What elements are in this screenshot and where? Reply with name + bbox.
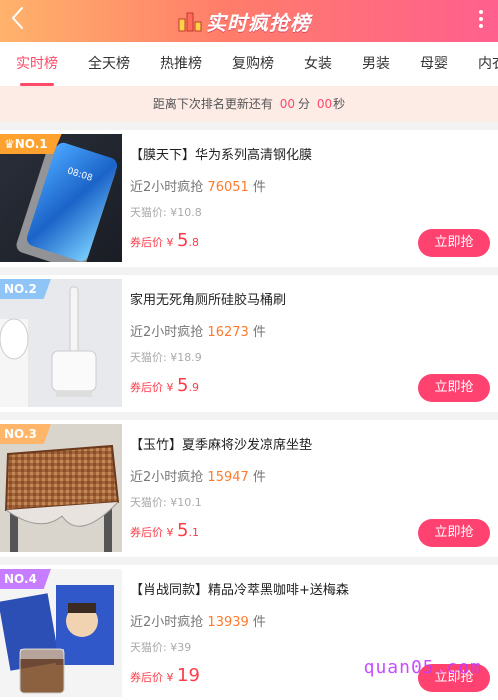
- coupon-price: 券后价 ¥ 19: [130, 665, 200, 686]
- rank-badge: NO.2: [0, 279, 51, 299]
- tab-underwear[interactable]: 内衣: [478, 42, 498, 86]
- tmall-price: 天猫价: ¥39: [130, 641, 192, 654]
- product-image[interactable]: NO.3: [0, 424, 122, 552]
- site-watermark: quan05.com: [363, 657, 482, 678]
- rank-badge: NO.4: [0, 569, 51, 589]
- coupon-price: 券后价 ¥ 5.8: [130, 230, 199, 251]
- tmall-price: 天猫价: ¥10.8: [130, 206, 202, 219]
- product-info: 【肖战同款】精品冷萃黑咖啡+送梅森 近2小时疯抢 13939 件 天猫价: ¥3…: [130, 565, 498, 700]
- list-item[interactable]: 08:08 ♛NO.1 【膜天下】华为系列高清钢化膜 近2小时疯抢 76051 …: [0, 130, 498, 267]
- countdown-prefix: 距离下次排名更新还有: [152, 97, 273, 111]
- tab-men[interactable]: 男装: [362, 42, 390, 86]
- tab-repurchase[interactable]: 复购榜: [232, 42, 274, 86]
- tab-women[interactable]: 女装: [304, 42, 332, 86]
- product-info: 【玉竹】夏季麻将沙发凉席坐垫 近2小时疯抢 15947 件 天猫价: ¥10.1…: [130, 420, 498, 557]
- product-image[interactable]: NO.2: [0, 279, 122, 407]
- list-item[interactable]: NO.4 【肖战同款】精品冷萃黑咖啡+送梅森 近2小时疯抢 13939 件 天猫…: [0, 565, 498, 700]
- list-item[interactable]: NO.2 家用无死角厕所硅胶马桶刷 近2小时疯抢 16273 件 天猫价: ¥1…: [0, 275, 498, 412]
- page-title: 实时疯抢榜: [206, 10, 311, 35]
- update-countdown: 距离下次排名更新还有 00 分 00秒: [0, 86, 498, 122]
- more-options-icon[interactable]: [478, 10, 484, 32]
- product-image[interactable]: 08:08 ♛NO.1: [0, 134, 122, 262]
- buy-now-button[interactable]: 立即抢: [418, 229, 490, 257]
- coupon-price: 券后价 ¥ 5.9: [130, 375, 199, 396]
- product-title[interactable]: 家用无死角厕所硅胶马桶刷: [130, 289, 286, 308]
- product-list: 08:08 ♛NO.1 【膜天下】华为系列高清钢化膜 近2小时疯抢 76051 …: [0, 130, 498, 700]
- back-arrow-icon[interactable]: [10, 6, 34, 34]
- page-title-group: 实时疯抢榜: [178, 6, 311, 36]
- tab-baby[interactable]: 母婴: [420, 42, 448, 86]
- tab-hot-recommend[interactable]: 热推榜: [160, 42, 202, 86]
- buy-now-button[interactable]: 立即抢: [418, 519, 490, 547]
- rank-badge: NO.3: [0, 424, 51, 444]
- tmall-price: 天猫价: ¥18.9: [130, 351, 202, 364]
- product-image[interactable]: NO.4: [0, 569, 122, 697]
- countdown-minutes-unit: 分: [297, 97, 310, 111]
- sales-count: 近2小时疯抢 76051 件: [130, 180, 266, 195]
- category-tabs: 实时榜 全天榜 热推榜 复购榜 女装 男装 母婴 内衣: [0, 42, 498, 86]
- countdown-seconds: 00: [316, 97, 333, 111]
- sales-count: 近2小时疯抢 13939 件: [130, 615, 266, 630]
- crown-icon: ♛: [4, 137, 15, 151]
- page: 实时疯抢榜 实时榜 全天榜 热推榜 复购榜 女装 男装 母婴 内衣 距离下次排名…: [0, 0, 498, 700]
- rank-badge: ♛NO.1: [0, 134, 62, 154]
- tab-all-day[interactable]: 全天榜: [88, 42, 130, 86]
- tab-realtime[interactable]: 实时榜: [16, 42, 58, 86]
- product-info: 【膜天下】华为系列高清钢化膜 近2小时疯抢 76051 件 天猫价: ¥10.8…: [130, 130, 498, 267]
- product-title[interactable]: 【玉竹】夏季麻将沙发凉席坐垫: [130, 434, 312, 453]
- countdown-minutes: 00: [279, 97, 295, 111]
- product-title[interactable]: 【肖战同款】精品冷萃黑咖啡+送梅森: [130, 579, 349, 598]
- list-item[interactable]: NO.3 【玉竹】夏季麻将沙发凉席坐垫 近2小时疯抢 15947 件 天猫价: …: [0, 420, 498, 557]
- product-title[interactable]: 【膜天下】华为系列高清钢化膜: [130, 144, 312, 163]
- tmall-price: 天猫价: ¥10.1: [130, 496, 202, 509]
- sales-count: 近2小时疯抢 15947 件: [130, 470, 266, 485]
- bar-chart-icon: [178, 12, 202, 32]
- buy-now-button[interactable]: 立即抢: [418, 374, 490, 402]
- sales-count: 近2小时疯抢 16273 件: [130, 325, 266, 340]
- coupon-price: 券后价 ¥ 5.1: [130, 520, 199, 541]
- product-info: 家用无死角厕所硅胶马桶刷 近2小时疯抢 16273 件 天猫价: ¥18.9 券…: [130, 275, 498, 412]
- top-bar: 实时疯抢榜: [0, 0, 498, 42]
- countdown-seconds-unit: 秒: [333, 97, 346, 111]
